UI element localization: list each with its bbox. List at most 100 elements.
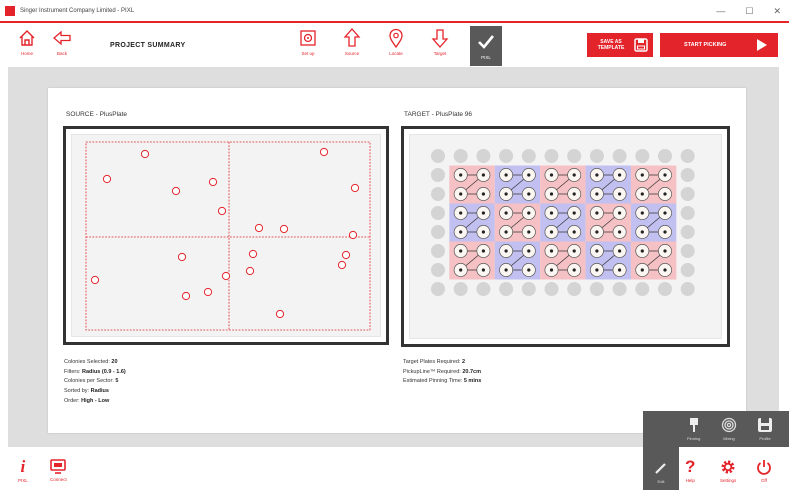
well-dot bbox=[504, 211, 508, 215]
well-dot bbox=[481, 211, 485, 215]
empty-well bbox=[431, 282, 445, 296]
empty-well bbox=[431, 149, 445, 163]
colony-marker bbox=[102, 174, 112, 184]
well-dot bbox=[481, 268, 485, 272]
colony-marker bbox=[203, 287, 213, 297]
well-dot bbox=[527, 192, 531, 196]
play-arrow-icon bbox=[757, 39, 767, 51]
empty-well bbox=[680, 206, 695, 220]
off-label: Off bbox=[761, 478, 767, 483]
empty-well bbox=[658, 149, 672, 163]
edit-label: Edit bbox=[657, 479, 665, 484]
source-label: Source bbox=[344, 51, 360, 56]
empty-well bbox=[680, 187, 695, 201]
empty-well bbox=[680, 244, 695, 258]
save-profile-icon bbox=[758, 418, 772, 432]
power-off-button[interactable]: Off bbox=[756, 459, 772, 483]
well-dot bbox=[663, 192, 667, 196]
connect-button[interactable]: Connect bbox=[50, 459, 67, 482]
empty-well bbox=[680, 282, 695, 296]
empty-well bbox=[658, 282, 672, 296]
stat-pickupline: PickupLine™ Required: 20.7cm bbox=[403, 368, 481, 375]
maximize-button[interactable]: ☐ bbox=[745, 6, 753, 17]
well-dot bbox=[572, 211, 576, 215]
well-dot bbox=[572, 192, 576, 196]
edit-button[interactable]: Edit bbox=[643, 447, 679, 490]
well-dot bbox=[504, 173, 508, 177]
empty-well bbox=[612, 282, 627, 296]
pencil-icon bbox=[655, 463, 666, 474]
empty-well bbox=[431, 187, 445, 201]
well-dot bbox=[549, 211, 554, 215]
stat-colonies-selected: Colonies Selected: 20 bbox=[64, 359, 118, 365]
save-as-template-label: SAVE AS TEMPLATE bbox=[597, 39, 625, 51]
power-icon bbox=[757, 460, 771, 475]
up-arrow-icon bbox=[343, 28, 361, 47]
empty-well bbox=[453, 149, 468, 163]
well-dot bbox=[459, 249, 463, 253]
target-button[interactable]: Target bbox=[422, 27, 458, 65]
edit-popup-menu: Pinning Mixing Profile bbox=[643, 411, 789, 447]
close-button[interactable]: ✕ bbox=[773, 6, 781, 17]
home-button[interactable]: Home bbox=[9, 27, 45, 65]
well-dot bbox=[527, 173, 531, 177]
well-dot bbox=[549, 192, 554, 196]
well-dot bbox=[595, 211, 599, 215]
well-dot bbox=[527, 249, 531, 253]
location-pin-icon bbox=[389, 28, 403, 49]
empty-well bbox=[544, 149, 559, 163]
well-dot bbox=[459, 192, 463, 196]
back-button[interactable]: Back bbox=[44, 27, 80, 65]
settings-button[interactable]: Settings bbox=[720, 459, 736, 483]
settings-label: Settings bbox=[720, 478, 737, 483]
empty-well bbox=[589, 282, 604, 296]
well-dot bbox=[527, 211, 531, 215]
well-dot bbox=[618, 192, 622, 196]
pixl-label: PIXL bbox=[481, 55, 491, 60]
source-button[interactable]: Source bbox=[334, 27, 370, 65]
well-dot bbox=[572, 249, 576, 253]
colony-marker bbox=[350, 183, 360, 193]
empty-well bbox=[431, 168, 445, 182]
pixl-tab[interactable]: PIXL bbox=[470, 26, 502, 66]
stat-filters: Filters: Radius (0.9 - 1.6) bbox=[64, 368, 126, 375]
minimize-button[interactable]: — bbox=[716, 6, 725, 17]
mixing-button[interactable]: Mixing bbox=[721, 417, 737, 441]
start-picking-button[interactable]: START PICKING bbox=[660, 33, 778, 57]
empty-well bbox=[612, 149, 627, 163]
target-plate-canvas bbox=[431, 149, 695, 296]
save-as-template-button[interactable]: SAVE AS TEMPLATE bbox=[587, 33, 653, 57]
pinning-button[interactable]: Pinning bbox=[687, 417, 700, 441]
well-dot bbox=[640, 192, 644, 196]
source-plate-title: SOURCE - PlusPlate bbox=[66, 111, 128, 118]
locate-label: Locate bbox=[389, 51, 403, 56]
well-dot bbox=[481, 192, 485, 196]
well-dot bbox=[595, 230, 599, 234]
well-dot bbox=[663, 230, 667, 234]
well-dot bbox=[481, 249, 485, 253]
empty-well bbox=[589, 149, 604, 163]
well-dot bbox=[459, 211, 463, 215]
empty-well bbox=[635, 282, 650, 296]
setup-icon bbox=[300, 30, 316, 46]
setup-button[interactable]: Set up bbox=[290, 27, 326, 65]
stat-pinning-time: Estimated Pinning Time: 5 mins bbox=[403, 378, 482, 385]
info-button[interactable]: i PIXL bbox=[18, 458, 28, 483]
empty-well bbox=[680, 263, 695, 277]
locate-button[interactable]: Locate bbox=[378, 27, 414, 65]
well-dot bbox=[459, 230, 463, 234]
well-dot bbox=[504, 192, 508, 196]
help-button[interactable]: ? Help bbox=[685, 458, 695, 483]
well-dot bbox=[504, 249, 508, 253]
well-dot bbox=[504, 268, 508, 272]
colony-marker bbox=[140, 149, 150, 159]
gear-icon bbox=[721, 460, 735, 474]
well-dot bbox=[504, 230, 508, 234]
colony-marker bbox=[275, 309, 285, 319]
stat-target-plates: Target Plates Required: 2 bbox=[403, 359, 466, 365]
colony-marker bbox=[90, 275, 100, 285]
empty-well bbox=[567, 149, 582, 163]
stat-sorted-by: Sorted by: Radius bbox=[64, 388, 109, 395]
empty-well bbox=[453, 282, 468, 296]
profile-button[interactable]: Profile bbox=[757, 417, 773, 441]
